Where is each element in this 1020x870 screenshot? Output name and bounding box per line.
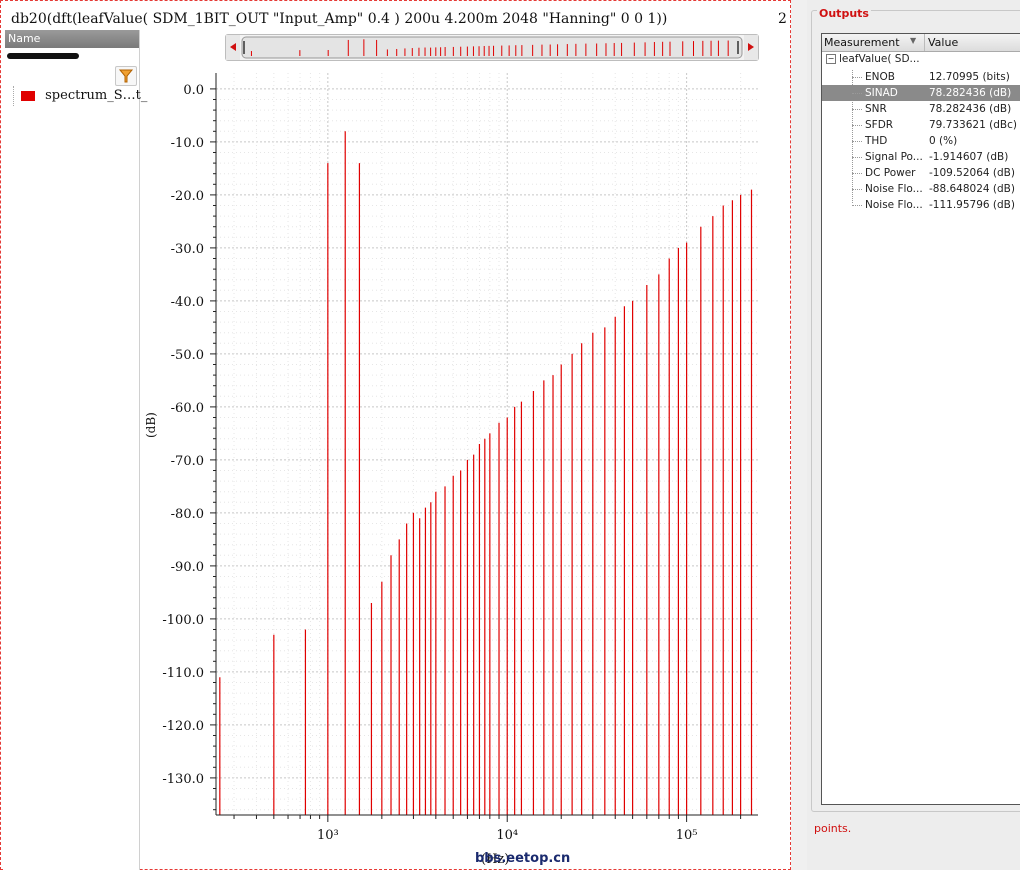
measurement-row[interactable]: SFDR 79.733621 (dBc): [822, 117, 1020, 133]
redacted-name: [7, 53, 79, 59]
measurement-name: ENOB: [865, 71, 895, 83]
measurement-value: -1.914607 (dB): [929, 151, 1009, 163]
measurement-row[interactable]: ENOB 12.70995 (bits): [822, 69, 1020, 85]
y-tick-label: -50.0: [171, 348, 204, 363]
measurement-row[interactable]: THD 0 (%): [822, 133, 1020, 149]
legend-color-swatch: [21, 90, 35, 101]
tree-connector: [852, 109, 862, 110]
legend-entry-label: spectrum_S…t_: [45, 88, 148, 103]
outputs-panel: Outputs Measurement ▼ Value − leafValue( …: [807, 0, 1020, 870]
scroller-thumb[interactable]: [241, 36, 743, 59]
scroller-overview: [226, 35, 758, 60]
y-tick-label: -20.0: [171, 189, 204, 204]
collapse-icon[interactable]: −: [826, 54, 836, 64]
measurement-name: SNR: [865, 103, 887, 115]
filter-icon[interactable]: [115, 66, 137, 86]
measurement-row[interactable]: SINAD 78.282436 (dB): [822, 85, 1020, 101]
y-tick-label: -110.0: [162, 666, 204, 681]
tree-connector: [852, 77, 862, 78]
spectrum-chart[interactable]: 0.0 -10.0 -20.0 -30.0 -40.0 -50.0 -60.0 -70.0 -8…: [151, 61, 761, 841]
legend-entry[interactable]: spectrum_S…t_: [13, 86, 148, 106]
y-tick-label: -90.0: [171, 560, 204, 575]
tree-connector: [852, 141, 862, 142]
y-tick-label: -100.0: [162, 613, 204, 628]
measurement-value: -88.648024 (dB): [929, 183, 1015, 195]
plot-title-suffix: 2: [778, 11, 787, 27]
x-tick-label: 10⁵: [676, 828, 698, 841]
y-tick-label: -70.0: [171, 454, 204, 469]
tree-connector: [852, 125, 862, 126]
x-range-scroller[interactable]: [225, 34, 759, 61]
measurement-value: 12.70995 (bits): [929, 71, 1010, 83]
y-tick-label: -80.0: [171, 507, 204, 522]
measurement-value: -111.95796 (dB): [929, 199, 1015, 211]
measurement-value: 78.282436 (dB): [929, 103, 1012, 115]
splitter[interactable]: [791, 0, 807, 870]
measurement-row[interactable]: DC Power -109.52064 (dB): [822, 165, 1020, 181]
measurement-name: THD: [865, 135, 888, 147]
measurement-row[interactable]: Signal Po... -1.914607 (dB): [822, 149, 1020, 165]
tree-connector: [852, 205, 862, 206]
measurement-name: Noise Flo...: [865, 199, 923, 211]
measurement-name: SINAD: [865, 87, 898, 99]
legend-header[interactable]: Name: [5, 30, 139, 48]
measurement-row[interactable]: Noise Flo... -88.648024 (dB): [822, 181, 1020, 197]
y-tick-label: -60.0: [171, 401, 204, 416]
tree-connector: [13, 86, 14, 106]
y-tick-label: -120.0: [162, 719, 204, 734]
tree-parent-label: leafValue( SD...: [839, 53, 920, 65]
column-measurement[interactable]: Measurement: [824, 36, 900, 49]
y-tick-label: 0.0: [183, 83, 204, 98]
measurement-name: Signal Po...: [865, 151, 923, 163]
tree-connector: [852, 157, 862, 158]
measurement-name: Noise Flo...: [865, 183, 923, 195]
measurement-name: SFDR: [865, 119, 894, 131]
measurement-row[interactable]: Noise Flo... -111.95796 (dB): [822, 197, 1020, 213]
legend-panel: Name spectrum_S…t_: [5, 30, 147, 870]
tree-connector: [852, 189, 862, 190]
x-tick-label: 10⁴: [496, 828, 518, 841]
column-separator[interactable]: [924, 34, 925, 51]
column-value[interactable]: Value: [928, 36, 958, 49]
measurement-value: 79.733621 (dBc): [929, 119, 1017, 131]
measurement-name: DC Power: [865, 167, 916, 179]
y-tick-label: -130.0: [162, 772, 204, 787]
y-axis-label: (dB): [144, 412, 158, 438]
tree-parent-node[interactable]: − leafValue( SD...: [826, 53, 920, 65]
measurement-value: 0 (%): [929, 135, 958, 147]
y-tick-label: -30.0: [171, 242, 204, 257]
sort-dropdown-icon[interactable]: ▼: [910, 36, 916, 45]
filter-icon-glyph: [118, 69, 134, 83]
measurement-row[interactable]: SNR 78.282436 (dB): [822, 101, 1020, 117]
status-text: points.: [814, 822, 852, 835]
tree-connector: [852, 93, 862, 94]
tree-header: Measurement ▼ Value: [822, 34, 1020, 52]
measurement-value: -109.52064 (dB): [929, 167, 1015, 179]
watermark: bbs.eetop.cn: [475, 851, 571, 866]
measurement-value: 78.282436 (dB): [929, 87, 1012, 99]
y-tick-label: -10.0: [171, 136, 204, 151]
x-tick-label: 10³: [317, 828, 339, 841]
chart-grid: [216, 73, 758, 815]
plot-window: db20(dft(leafValue( SDM_1BIT_OUT "Input_…: [0, 0, 791, 870]
plot-title: db20(dft(leafValue( SDM_1BIT_OUT "Input_…: [11, 11, 668, 27]
outputs-tree[interactable]: Measurement ▼ Value − leafValue( SD... EN…: [821, 33, 1020, 805]
outputs-title: Outputs: [817, 7, 871, 20]
tree-connector: [852, 173, 862, 174]
y-tick-label: -40.0: [171, 295, 204, 310]
